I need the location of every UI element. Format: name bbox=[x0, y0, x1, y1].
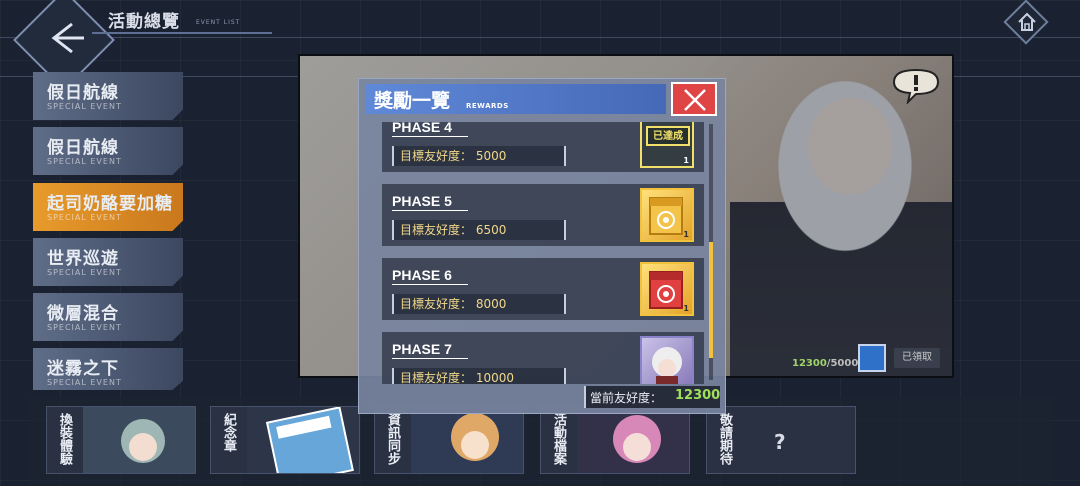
page-title: 活動總覽 bbox=[108, 12, 180, 32]
current-affinity-value: 12300 bbox=[675, 388, 721, 403]
sidebar-item-label: 起司奶酪要加糖 bbox=[47, 194, 173, 214]
target-affinity: 目標友好度： 10000 bbox=[392, 368, 566, 384]
close-button[interactable] bbox=[671, 82, 717, 116]
speech-bubble-icon[interactable] bbox=[890, 68, 942, 104]
sidebar-item-sub: SPECIAL EVENT bbox=[47, 268, 122, 277]
scrollbar-thumb[interactable] bbox=[709, 242, 713, 358]
card-art bbox=[411, 407, 523, 473]
sidebar-item-world-tour[interactable]: 世界巡遊 SPECIAL EVENT bbox=[33, 238, 183, 286]
target-affinity: 目標友好度： 8000 bbox=[392, 294, 566, 314]
question-mark-icon: ? bbox=[774, 430, 786, 454]
sidebar-item-sub: SPECIAL EVENT bbox=[47, 378, 122, 387]
back-arrow-icon bbox=[51, 22, 84, 54]
card-event-archive[interactable]: 活動檔案 bbox=[540, 406, 690, 474]
dialog-subtitle: REWARDS bbox=[466, 102, 509, 110]
reward-row-phase-5: PHASE 5 目標友好度： 6500 1 bbox=[382, 184, 704, 246]
card-art bbox=[247, 407, 359, 473]
card-art bbox=[577, 407, 689, 473]
rewards-list[interactable]: PHASE 4 目標友好度： 5000 已達成 1 PHASE 5 目標友好度：… bbox=[380, 122, 716, 384]
sidebar-item-micro-layer[interactable]: 微層混合 SPECIAL EVENT bbox=[33, 293, 183, 341]
home-icon bbox=[1018, 12, 1036, 31]
sidebar-item-sub: SPECIAL EVENT bbox=[47, 102, 122, 111]
reward-slot[interactable]: 1 bbox=[640, 188, 694, 242]
target-affinity: 目標友好度： 5000 bbox=[392, 146, 566, 166]
reward-slot[interactable] bbox=[640, 336, 694, 384]
sidebar-item-label: 假日航線 bbox=[47, 138, 119, 158]
reward-row-phase-4: PHASE 4 目標友好度： 5000 已達成 1 bbox=[382, 122, 704, 172]
reward-count: 1 bbox=[683, 304, 689, 313]
reward-count: 1 bbox=[683, 156, 689, 165]
sidebar-item-label: 世界巡遊 bbox=[47, 249, 119, 269]
divider-line bbox=[0, 37, 1080, 38]
card-label: 活動檔案 bbox=[551, 413, 566, 465]
banner-progress: 12300/5000 bbox=[792, 358, 858, 369]
sidebar-item-label: 微層混合 bbox=[47, 304, 119, 324]
phase-label: PHASE 4 bbox=[392, 122, 468, 137]
card-art bbox=[83, 407, 195, 473]
card-label: 敬請期待 bbox=[717, 413, 732, 465]
sidebar-item-holiday-route-1[interactable]: 假日航線 SPECIAL EVENT bbox=[33, 72, 183, 120]
reward-row-phase-6: PHASE 6 目標友好度： 8000 1 bbox=[382, 258, 704, 320]
card-info-sync[interactable]: 資訊同步 bbox=[374, 406, 524, 474]
page-subtitle: EVENT LIST bbox=[196, 19, 241, 26]
character-portrait-icon bbox=[652, 347, 682, 384]
achieved-badge: 已達成 bbox=[646, 126, 690, 146]
progress-max: /5000 bbox=[826, 358, 859, 369]
current-affinity-label: 當前友好度： bbox=[590, 391, 663, 405]
sidebar-item-under-fog[interactable]: 迷霧之下 SPECIAL EVENT bbox=[33, 348, 183, 390]
skill-book-icon bbox=[649, 271, 683, 309]
sidebar-item-sub: SPECIAL EVENT bbox=[47, 157, 122, 166]
reward-row-phase-7: PHASE 7 目標友好度： 10000 bbox=[382, 332, 704, 384]
target-affinity: 目標友好度： 6500 bbox=[392, 220, 566, 240]
reward-slot[interactable]: 已達成 1 bbox=[640, 122, 694, 168]
close-icon bbox=[684, 89, 706, 111]
card-costume-trial[interactable]: 換裝體驗 bbox=[46, 406, 196, 474]
reward-slot[interactable]: 1 bbox=[640, 262, 694, 316]
sidebar-item-holiday-route-2[interactable]: 假日航線 SPECIAL EVENT bbox=[33, 127, 183, 175]
sidebar-item-label: 假日航線 bbox=[47, 83, 119, 103]
phase-label: PHASE 7 bbox=[392, 340, 468, 359]
sidebar-item-label: 迷霧之下 bbox=[47, 359, 119, 379]
sidebar-item-cheese-event[interactable]: 起司奶酪要加糖 SPECIAL EVENT bbox=[33, 183, 183, 231]
phase-label: PHASE 6 bbox=[392, 266, 468, 285]
sidebar-item-sub: SPECIAL EVENT bbox=[47, 323, 122, 332]
sidebar-item-sub: SPECIAL EVENT bbox=[47, 213, 122, 222]
progress-current: 12300 bbox=[792, 358, 827, 369]
card-label: 紀念章 bbox=[221, 413, 236, 452]
book-icon bbox=[858, 344, 886, 372]
card-label: 換裝體驗 bbox=[57, 413, 72, 465]
skill-book-icon bbox=[649, 197, 683, 235]
phase-label: PHASE 5 bbox=[392, 192, 468, 211]
card-commemorative-badge[interactable]: 紀念章 bbox=[210, 406, 360, 474]
dialog-title: 獎勵一覽 bbox=[374, 90, 451, 112]
claimed-badge: 已領取 bbox=[894, 348, 940, 368]
reward-count: 1 bbox=[683, 230, 689, 239]
card-label: 資訊同步 bbox=[385, 413, 400, 465]
